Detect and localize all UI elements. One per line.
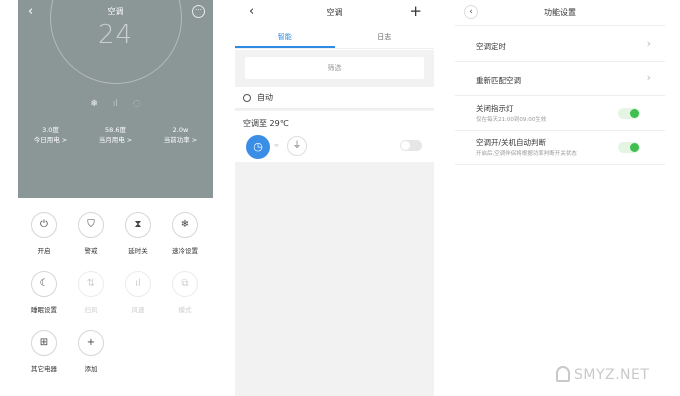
stat-today[interactable]: 3.0度 今日用电 > [18,126,83,145]
delay-off-button[interactable]: ⧗ 延时关 [118,212,158,255]
button-label: 扫风 [84,306,98,314]
header: ‹ 空调 + [235,0,434,26]
stat-value: 58.6度 [105,126,126,134]
button-label: 其它电器 [31,365,57,373]
power-icon: ⏻ [31,212,57,238]
mode-indicators: ❄ ıl ◌ [18,99,213,109]
snowflake-icon: ❄ [90,99,98,109]
clock-icon: ◷ [246,135,270,159]
stat-label: 当前功率 > [163,136,198,144]
mode-button[interactable]: ⧉ 模式 [165,271,205,314]
chevron-right-icon: › [646,71,651,84]
stat-label: 当月用电 > [98,136,133,144]
stat-power[interactable]: 2.0w 当前功率 > [148,126,213,145]
auto-section-header: 自动 [235,87,434,109]
row-description: 仅在每天21:00到09:00生效 [476,117,547,123]
section-title: 自动 [257,93,273,102]
stat-label: 今日用电 > [33,136,68,144]
shield-icon: ⛉ [78,212,104,238]
chevron-right-icon: › [646,37,651,50]
indicator-light-toggle[interactable] [618,108,640,119]
settings-row-rematch[interactable]: 重新匹配空调 › [455,62,665,96]
page-title: 空调 [107,7,124,16]
swing-icon: ⇅ [78,271,104,297]
add-button[interactable]: + 添加 [71,330,111,373]
other-devices-button[interactable]: ⊞ 其它电器 [24,330,64,373]
power-stats: 3.0度 今日用电 > 58.6度 当月用电 > 2.0w 当前功率 > [18,126,213,145]
button-label: 延时关 [128,247,148,255]
fan-speed-button[interactable]: ıl 风速 [118,271,158,314]
temperature-readout: 24 [97,20,134,50]
stat-value: 3.0度 [42,126,59,134]
button-label: 速冷设置 [172,247,198,255]
row-label: 空调定时 [476,42,506,51]
stat-month[interactable]: 58.6度 当月用电 > [83,126,148,145]
header: ‹ 功能设置 [455,0,665,26]
scene-card[interactable]: 空调至 29℃ ◷ ∞ ⏚ [235,111,434,162]
hourglass-icon: ⧗ [125,212,151,238]
moon-icon: ☾ [31,271,57,297]
snowflake-icon: ❄ [172,212,198,238]
tab-log[interactable]: 日志 [335,28,435,48]
signal-bars-icon: ıl [125,271,151,297]
settings-screen: ‹ 功能设置 空调定时 › 重新匹配空调 › 关闭指示灯 仅在每天21:00到0… [455,0,665,396]
add-scene-button[interactable]: + [409,2,422,20]
settings-row-indicator-light: 关闭指示灯 仅在每天21:00到09:00生效 [455,97,665,131]
plug-icon: ⏚ [287,136,307,156]
button-label: 开启 [37,247,51,255]
button-label: 添加 [84,365,98,373]
page-title: 空调 [326,8,343,17]
sleep-button[interactable]: ☾ 睡眠设置 [24,271,64,314]
swing-icon: ◌ [132,99,141,109]
auto-icon [243,94,251,102]
tab-bar: 智能 日志 [235,28,434,49]
filter-button[interactable]: 筛选 [245,57,424,79]
button-label: 模式 [178,306,192,314]
fan-speed-icon: ıl [112,99,118,109]
stat-value: 2.0w [172,126,189,134]
row-label: 关闭指示灯 [476,104,514,113]
link-icon: ∞ [274,142,279,149]
smart-scene-screen: ‹ 空调 + 智能 日志 筛选 自动 空调至 29℃ ◷ ∞ ⏚ [235,0,434,396]
settings-row-timer[interactable]: 空调定时 › [455,28,665,62]
ac-control-screen: ‹ 空调 ··· 24 ❄ ıl ◌ 3.0度 今日用电 > 58.6度 当月用… [18,0,213,396]
button-label: 警戒 [84,247,98,255]
plus-icon: + [78,330,104,356]
copy-icon: ⧉ [172,271,198,297]
grid-icon: ⊞ [31,330,57,356]
quick-cool-button[interactable]: ❄ 速冷设置 [165,212,205,255]
app-screens: ‹ 空调 ··· 24 ❄ ıl ◌ 3.0度 今日用电 > 58.6度 当月用… [0,0,680,396]
scene-toggle[interactable] [400,140,422,151]
auto-detect-toggle[interactable] [618,142,640,153]
swing-button[interactable]: ⇅ 扫风 [71,271,111,314]
watermark: SMYZ.NET [556,366,649,383]
row-description: 开启后,空调伴侣将根据功率判断开关状态 [476,151,577,157]
watermark-logo-icon [556,366,570,382]
guard-button[interactable]: ⛉ 警戒 [71,212,111,255]
watermark-text: SMYZ.NET [574,367,650,383]
more-icon[interactable]: ··· [192,5,205,18]
scene-title: 空调至 29℃ [243,119,289,128]
ac-hero: ‹ 空调 ··· 24 ❄ ıl ◌ 3.0度 今日用电 > 58.6度 当月用… [18,0,213,198]
settings-row-auto-detect: 空调开/关机自动判断 开启后,空调伴侣将根据功率判断开关状态 [455,131,665,165]
row-label: 重新匹配空调 [476,76,521,85]
row-label: 空调开/关机自动判断 [476,138,547,147]
page-title: 功能设置 [544,8,576,17]
power-button[interactable]: ⏻ 开启 [24,212,64,255]
button-label: 风速 [131,306,145,314]
tab-smart[interactable]: 智能 [235,28,335,48]
button-label: 睡眠设置 [31,306,57,314]
